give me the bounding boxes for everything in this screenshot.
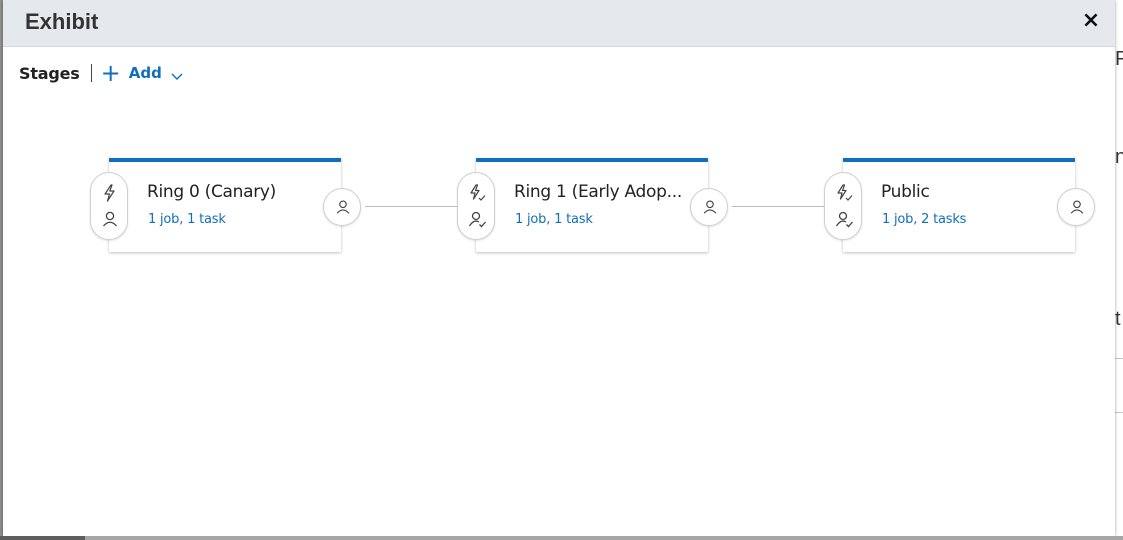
background-text-fragment: t — [1115, 308, 1121, 330]
background-text-fragment: n — [1115, 146, 1123, 168]
stage-card[interactable] — [476, 158, 708, 252]
stages-label: Stages — [19, 63, 80, 83]
stage-job-summary[interactable]: 1 job, 1 task — [148, 212, 226, 227]
pre-deployment-conditions[interactable] — [457, 172, 495, 240]
stage-connector — [365, 206, 459, 207]
toolbar-divider — [90, 64, 92, 82]
add-label: Add — [128, 64, 162, 82]
stage-name[interactable]: Public — [881, 182, 930, 202]
person-check-icon — [835, 211, 853, 228]
chevron-down-icon[interactable] — [171, 67, 183, 80]
stage-job-summary[interactable]: 1 job, 1 task — [515, 212, 593, 227]
dialog-header: Exhibit × — [3, 0, 1115, 47]
close-button[interactable]: × — [1079, 8, 1103, 34]
exhibit-dialog: Exhibit × Stages + Add Ring 0 (Canary) 1… — [3, 0, 1115, 536]
stage-name[interactable]: Ring 0 (Canary) — [147, 182, 276, 202]
stage-connector — [732, 206, 826, 207]
person-check-icon — [468, 211, 486, 228]
stage-job-summary[interactable]: 1 job, 2 tasks — [882, 212, 966, 227]
post-deployment-conditions[interactable] — [690, 188, 728, 226]
add-stage-button[interactable]: + Add — [100, 59, 183, 87]
post-deployment-conditions[interactable] — [323, 188, 361, 226]
person-icon — [703, 200, 717, 214]
background-text-fragment: P — [1115, 48, 1123, 70]
post-deployment-conditions[interactable] — [1057, 188, 1095, 226]
person-icon — [1070, 200, 1084, 214]
pipeline-canvas: Ring 0 (Canary) 1 job, 1 task Ring 1 (Ea… — [3, 100, 1115, 300]
scrollbar-thumb[interactable] — [0, 536, 85, 540]
stage-card[interactable] — [109, 158, 341, 252]
person-icon — [336, 200, 350, 214]
horizontal-scrollbar[interactable] — [0, 536, 1123, 540]
pre-deployment-conditions[interactable] — [90, 172, 128, 240]
plus-icon: + — [100, 59, 121, 87]
stage-name[interactable]: Ring 1 (Early Adop... — [514, 182, 682, 202]
lightning-check-icon — [470, 184, 486, 201]
lightning-icon — [104, 184, 115, 202]
dialog-title: Exhibit — [25, 9, 99, 34]
stages-toolbar: Stages + Add — [19, 60, 183, 86]
lightning-check-icon — [837, 184, 853, 201]
stage-card[interactable] — [843, 158, 1075, 252]
pre-deployment-conditions[interactable] — [824, 172, 862, 240]
person-icon — [103, 211, 117, 227]
